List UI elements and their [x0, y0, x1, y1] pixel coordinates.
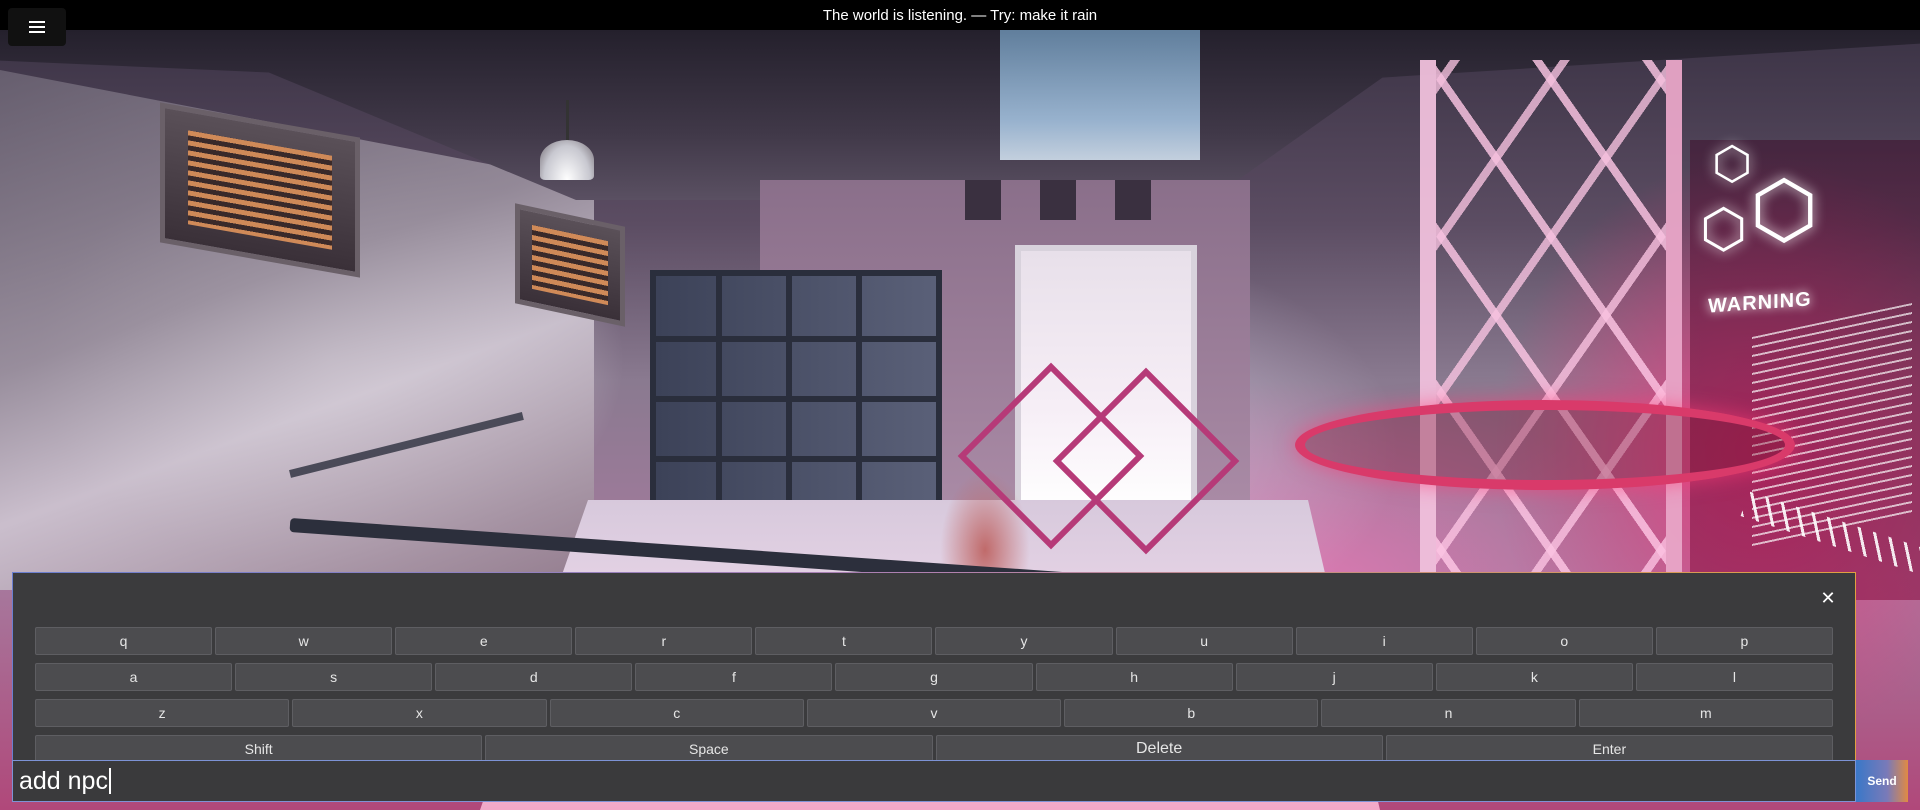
virtual-keyboard: ✕ q w e r t y u i o p a s d f g h j k l …: [12, 572, 1856, 763]
top-bar: The world is listening. — Try: make it r…: [0, 0, 1920, 30]
delete-key[interactable]: Delete: [935, 735, 1383, 763]
command-input[interactable]: add npc: [13, 761, 1855, 801]
key-b[interactable]: b: [1064, 699, 1319, 727]
key-s[interactable]: s: [235, 663, 433, 691]
skylight: [1000, 30, 1200, 160]
key-q[interactable]: q: [35, 627, 213, 655]
key-h[interactable]: h: [1035, 663, 1233, 691]
key-y[interactable]: y: [935, 627, 1113, 655]
key-d[interactable]: d: [435, 663, 633, 691]
command-input-value: add npc: [19, 766, 108, 795]
cabinet-shelf: [656, 336, 936, 342]
send-button[interactable]: Send: [1856, 760, 1908, 802]
metal-truss: [1420, 60, 1682, 620]
cabinet: [650, 270, 942, 532]
cabinet-shelf: [656, 396, 936, 402]
key-g[interactable]: g: [835, 663, 1033, 691]
space-key[interactable]: Space: [485, 735, 933, 763]
shift-key[interactable]: Shift: [35, 735, 483, 763]
key-n[interactable]: n: [1321, 699, 1576, 727]
enter-key[interactable]: Enter: [1385, 735, 1833, 763]
cabinet-shelf: [656, 456, 936, 462]
hexagon-icon: ⬡: [1750, 165, 1819, 253]
key-u[interactable]: u: [1115, 627, 1293, 655]
key-e[interactable]: e: [395, 627, 573, 655]
keyboard-row-2: a s d f g h j k l: [35, 663, 1833, 691]
lamp-cord: [566, 100, 569, 142]
key-k[interactable]: k: [1435, 663, 1633, 691]
key-r[interactable]: r: [575, 627, 753, 655]
key-a[interactable]: a: [35, 663, 233, 691]
wall-pattern: [965, 180, 1001, 220]
hamburger-menu-icon: [29, 21, 45, 33]
menu-button[interactable]: [8, 8, 66, 46]
key-x[interactable]: x: [292, 699, 547, 727]
hint-message: The world is listening. — Try: make it r…: [822, 6, 1098, 24]
key-w[interactable]: w: [215, 627, 393, 655]
key-j[interactable]: j: [1235, 663, 1433, 691]
key-o[interactable]: o: [1475, 627, 1653, 655]
key-z[interactable]: z: [35, 699, 290, 727]
close-icon[interactable]: ✕: [1817, 587, 1839, 609]
key-p[interactable]: p: [1655, 627, 1833, 655]
key-i[interactable]: i: [1295, 627, 1473, 655]
command-input-bar: add npc: [12, 760, 1856, 802]
wall-pattern: [1040, 180, 1076, 220]
key-m[interactable]: m: [1578, 699, 1833, 727]
key-v[interactable]: v: [806, 699, 1062, 727]
key-l[interactable]: l: [1635, 663, 1833, 691]
key-c[interactable]: c: [549, 699, 804, 727]
key-f[interactable]: f: [635, 663, 833, 691]
hexagon-icon: ⬡: [1700, 199, 1748, 259]
keyboard-row-3: z x c v b n m: [35, 699, 1833, 727]
keyboard-row-controls: Shift Space Delete Enter: [35, 735, 1833, 763]
hexagon-icon: ⬡: [1712, 137, 1753, 189]
wall-pattern: [1115, 180, 1151, 220]
ceiling-lamp: [540, 140, 594, 180]
neon-ring: [1295, 400, 1795, 490]
keyboard-row-1: q w e r t y u i o p: [35, 627, 1833, 655]
key-t[interactable]: t: [755, 627, 933, 655]
text-caret: [108, 768, 111, 794]
